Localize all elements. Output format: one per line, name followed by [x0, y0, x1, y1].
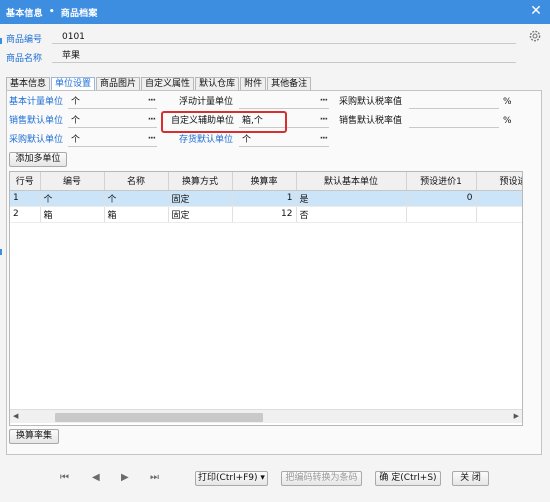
stock-unit-label: 存货默认单位: [179, 135, 234, 145]
base-unit-label: 基本计量单位: [9, 97, 64, 107]
scrollbar-thumb[interactable]: [55, 413, 263, 422]
base-unit-picker-button[interactable]: ···: [148, 95, 156, 108]
preset-price-1[interactable]: 0: [406, 190, 477, 207]
stock-unit-value: 个: [242, 135, 252, 145]
base-unit-value: 个: [71, 97, 81, 107]
purchase-tax-field[interactable]: [409, 96, 499, 109]
table-row[interactable]: 2 箱 箱 固定 12 否: [10, 206, 522, 223]
custom-aux-unit-picker-button[interactable]: ···: [320, 114, 328, 127]
conversion-rate[interactable]: 12: [232, 206, 297, 223]
sales-unit-value: 个: [71, 116, 81, 126]
product-code-row: 商品编号: [6, 31, 42, 45]
scroll-right-arrow-icon[interactable]: ▶: [514, 412, 519, 420]
float-unit-label: 浮动计量单位: [179, 97, 234, 107]
unit-name[interactable]: 箱: [104, 206, 169, 223]
stock-unit-field[interactable]: 个 ···: [239, 134, 329, 147]
prev-record-icon[interactable]: ◀: [92, 472, 100, 483]
float-unit-field[interactable]: ···: [239, 96, 329, 109]
product-name-label: 商品名称: [6, 53, 43, 64]
conversion-rate[interactable]: 1: [232, 190, 297, 207]
table-header-row: 行号 编号 名称 换算方式 换算率 默认基本单位 预设进价1 预设进: [10, 172, 522, 191]
convert-to-barcode-button[interactable]: 把编码转换为条码: [281, 471, 362, 486]
tab-other-notes[interactable]: 其他备注: [267, 77, 312, 91]
conversion-method[interactable]: 固定: [168, 206, 233, 223]
left-edge-marker: [0, 249, 2, 255]
sales-tax-percent: %: [503, 116, 512, 126]
column-header[interactable]: 换算方式: [168, 172, 233, 191]
table-row[interactable]: 1 个 个 固定 1 是 0: [10, 190, 522, 207]
preset-price-2[interactable]: [476, 190, 522, 207]
unit-code[interactable]: 个: [40, 190, 105, 207]
tab-basic-info[interactable]: 基本信息: [6, 77, 51, 91]
column-header[interactable]: 预设进价1: [406, 172, 477, 191]
close-button[interactable]: 关 闭: [452, 471, 489, 486]
row-number: 1: [10, 190, 41, 207]
conversion-method[interactable]: 固定: [168, 190, 233, 207]
first-record-icon[interactable]: ⏮: [60, 472, 69, 483]
product-name-row: 商品名称: [6, 50, 42, 64]
purchase-unit-picker-button[interactable]: ···: [148, 133, 156, 146]
sales-tax-label: 销售默认税率值: [339, 116, 403, 126]
base-unit-field[interactable]: 个 ···: [68, 96, 157, 109]
product-code-field[interactable]: 0101: [52, 31, 516, 44]
column-header[interactable]: 预设进: [476, 172, 522, 191]
tab-default-warehouse[interactable]: 默认仓库: [195, 77, 240, 91]
window-title-bar: 基本信息 • 商品档案 ✕: [0, 0, 550, 24]
column-header[interactable]: 行号: [10, 172, 41, 191]
purchase-tax-label: 采购默认税率值: [339, 97, 403, 107]
unit-code[interactable]: 箱: [40, 206, 105, 223]
sales-unit-label: 销售默认单位: [9, 116, 64, 126]
tab-unit-settings[interactable]: 单位设置: [51, 77, 96, 91]
purchase-unit-field[interactable]: 个 ···: [68, 134, 157, 147]
tab-attachments[interactable]: 附件: [240, 77, 267, 91]
row-number: 2: [10, 206, 41, 223]
title-separator: •: [48, 7, 55, 17]
column-header[interactable]: 换算率: [232, 172, 297, 191]
print-label: 打印(Ctrl+F9): [198, 473, 258, 483]
title-module: 基本信息: [6, 8, 43, 19]
default-base-unit[interactable]: 否: [296, 206, 407, 223]
purchase-tax-percent: %: [503, 97, 512, 107]
preset-price-1[interactable]: [406, 206, 477, 223]
column-header[interactable]: 名称: [104, 172, 169, 191]
sales-unit-field[interactable]: 个 ···: [68, 115, 157, 128]
product-code-label: 商品编号: [6, 34, 43, 45]
tab-custom-attributes[interactable]: 自定义属性: [141, 77, 195, 91]
highlight-box: [161, 111, 287, 133]
product-name-field[interactable]: 苹果: [52, 50, 516, 63]
preset-price-2[interactable]: [476, 206, 522, 223]
horizontal-scrollbar[interactable]: ◀ ▶: [10, 409, 522, 423]
default-base-unit[interactable]: 是: [296, 190, 407, 207]
unit-table: 行号 编号 名称 换算方式 换算率 默认基本单位 预设进价1 预设进 1 个 个…: [9, 171, 523, 426]
conversion-rate-set-button[interactable]: 换算率集: [9, 429, 59, 444]
gear-icon[interactable]: [528, 29, 542, 43]
next-record-icon[interactable]: ▶: [121, 472, 129, 483]
purchase-unit-label: 采购默认单位: [9, 135, 64, 145]
stock-unit-picker-button[interactable]: ···: [320, 133, 328, 146]
column-header[interactable]: 默认基本单位: [296, 172, 407, 191]
sales-unit-picker-button[interactable]: ···: [148, 114, 156, 127]
tab-product-images[interactable]: 商品图片: [96, 77, 141, 91]
scroll-left-arrow-icon[interactable]: ◀: [13, 412, 18, 420]
column-header[interactable]: 编号: [40, 172, 105, 191]
close-icon[interactable]: ✕: [530, 3, 542, 19]
title-form: 商品档案: [60, 8, 98, 19]
ok-button[interactable]: 确 定(Ctrl+S): [375, 471, 441, 486]
float-unit-picker-button[interactable]: ···: [320, 95, 328, 108]
unit-name[interactable]: 个: [104, 190, 169, 207]
purchase-unit-value: 个: [71, 135, 81, 145]
add-multi-unit-button[interactable]: 添加多单位: [9, 152, 67, 167]
sales-tax-field[interactable]: [409, 115, 499, 128]
print-dropdown-icon[interactable]: ▾: [260, 473, 265, 483]
left-edge-marker: [0, 38, 2, 44]
print-button[interactable]: 打印(Ctrl+F9) ▾: [195, 471, 268, 486]
last-record-icon[interactable]: ⏭: [150, 472, 159, 483]
tab-bar: 基本信息 单位设置 商品图片 自定义属性 默认仓库 附件 其他备注: [6, 77, 312, 91]
